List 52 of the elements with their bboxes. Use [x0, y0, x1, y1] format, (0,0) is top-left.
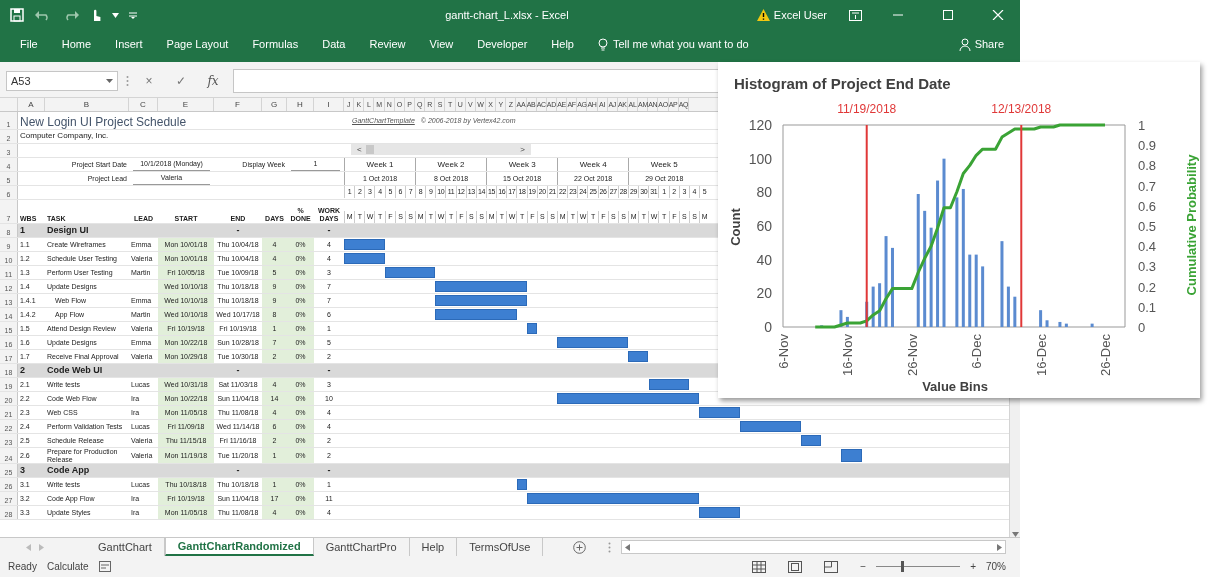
axis-tick-label: 0.8 — [1138, 158, 1157, 174]
wbs-number: 2 — [19, 364, 26, 377]
axis-tick-label: 0.7 — [1138, 178, 1157, 194]
axis-title: Cumulative Probability — [1184, 154, 1199, 296]
axis-tick-label: 0.9 — [1138, 138, 1157, 154]
axis-tick-label: 0.5 — [1138, 219, 1157, 234]
marker-label: 11/19/2018 — [837, 102, 897, 116]
table-cell-text: - — [326, 464, 332, 477]
axis-tick-label: 16-Dec — [1033, 334, 1049, 376]
axis-tick-label: 16-Nov — [840, 334, 856, 376]
axis-tick-label: 1 — [1138, 118, 1146, 133]
week-label: Week 5 — [628, 158, 700, 171]
chart-title: Histogram of Project End Date — [734, 75, 951, 92]
sheet-title: New Login UI Project Schedule — [19, 115, 188, 129]
axis-title: Value Bins — [922, 379, 988, 394]
axis-tick-label: 6-Dec — [969, 334, 985, 369]
axis-tick-label: 26-Nov — [904, 334, 920, 376]
table-cell-text: - — [326, 224, 332, 237]
cell-reference: A53 — [11, 74, 31, 87]
week-label: Week 3 — [486, 158, 558, 171]
table-cell-text: - — [235, 224, 241, 237]
marker-label: 12/13/2018 — [991, 102, 1052, 116]
axis-tick-label: 0.2 — [1138, 279, 1157, 295]
axis-tick-label: 100 — [748, 150, 772, 167]
axis-tick-label: 120 — [748, 117, 772, 133]
table-cell-text: - — [326, 364, 332, 377]
week-label: Week 2 — [415, 158, 487, 171]
table-cell-text: - — [235, 464, 241, 477]
axis-tick-label: 20 — [756, 285, 772, 302]
section-title: Code Web UI — [46, 364, 104, 377]
section-title: Design UI — [46, 224, 90, 237]
axis-tick-label: 60 — [756, 218, 772, 234]
axis-tick-label: 0.4 — [1138, 239, 1157, 255]
table-cell-text: - — [235, 364, 241, 377]
window-title: gantt-chart_L.xlsx - Excel — [444, 9, 570, 21]
axis-tick-label: 40 — [756, 251, 772, 268]
axis-tick-label: 0.3 — [1138, 259, 1157, 275]
company-name: Computer Company, Inc. — [19, 130, 110, 143]
week-label: Week 4 — [557, 158, 629, 171]
axis-tick-label: 6-Nov — [776, 334, 791, 369]
axis-title: Count — [728, 208, 743, 246]
axis-tick-label: 80 — [756, 184, 772, 201]
status-text: Ready — [8, 561, 37, 572]
axis-tick-label: 26-Dec — [1098, 334, 1113, 376]
section-title: Code App — [46, 464, 91, 477]
axis-tick-label: 0 — [1138, 320, 1146, 335]
axis-tick-label: 0.1 — [1138, 299, 1157, 315]
week-label: Week 1 — [344, 158, 416, 171]
axis-tick-label: 0.6 — [1138, 198, 1157, 214]
axis-tick-label: 0 — [764, 319, 772, 335]
wbs-number: 1 — [19, 224, 26, 237]
wbs-number: 3 — [19, 464, 26, 477]
